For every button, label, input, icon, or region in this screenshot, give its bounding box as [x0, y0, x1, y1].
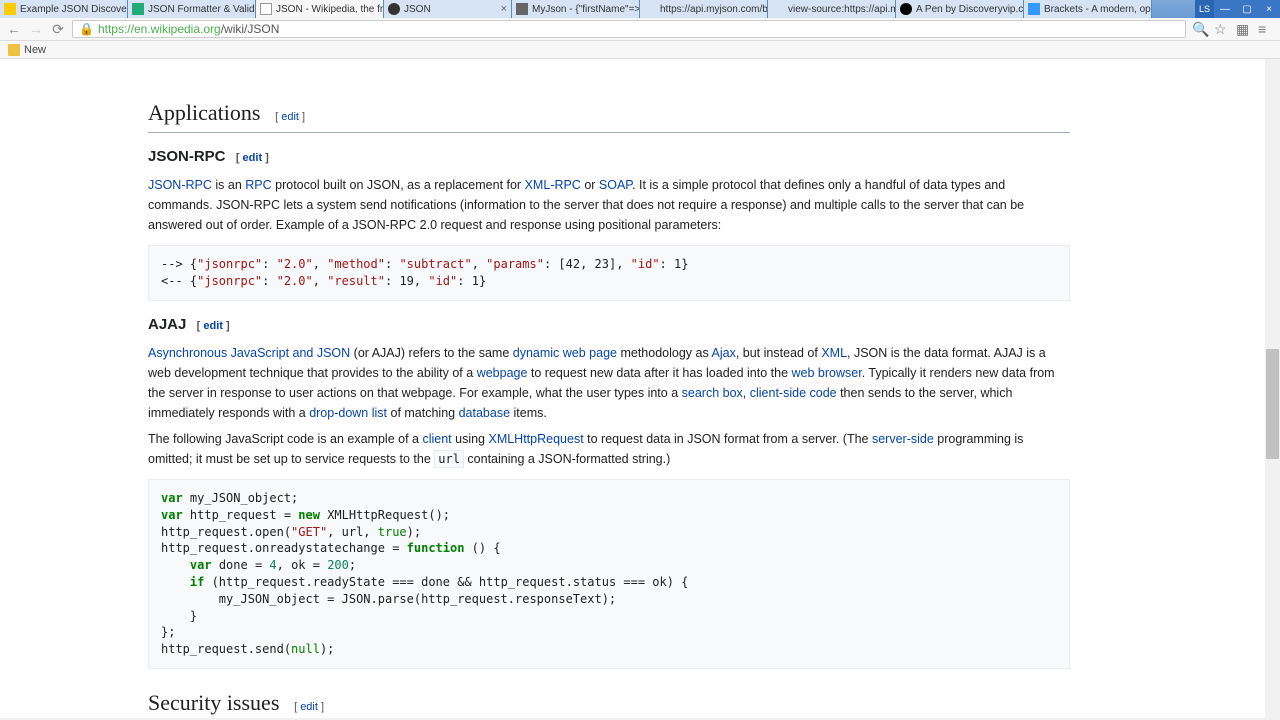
- link[interactable]: server-side: [872, 432, 934, 446]
- window-controls: LS — ▢ ×: [1195, 0, 1280, 18]
- star-icon[interactable]: ☆: [1214, 21, 1230, 37]
- section-heading-applications: Applications [ edit ]: [148, 95, 1070, 133]
- browser-tab[interactable]: JSON×: [384, 0, 512, 18]
- link[interactable]: search box: [682, 386, 743, 400]
- section-heading-security: Security issues [ edit ]: [148, 685, 1070, 718]
- link[interactable]: client-side code: [750, 386, 837, 400]
- url-host: https://en.wikipedia.org: [98, 22, 221, 36]
- edit-link: [ edit ]: [266, 111, 305, 123]
- window-label: LS: [1195, 0, 1214, 18]
- link[interactable]: webpage: [477, 366, 528, 380]
- page-viewport[interactable]: Applications [ edit ] JSON-RPC [ edit ] …: [0, 59, 1280, 718]
- close-icon[interactable]: ×: [497, 3, 507, 15]
- zoom-icon[interactable]: 🔍: [1192, 21, 1208, 37]
- browser-tab[interactable]: https://api.myjson.com/bin×: [640, 0, 768, 18]
- minimize-icon[interactable]: —: [1214, 0, 1236, 18]
- url-input[interactable]: 🔒 https://en.wikipedia.org/wiki/JSON: [72, 20, 1186, 38]
- scrollbar[interactable]: [1265, 59, 1280, 718]
- link[interactable]: database: [459, 406, 510, 420]
- browser-tab[interactable]: A Pen by Discoveryvip.com×: [896, 0, 1024, 18]
- reload-icon[interactable]: ⟳: [50, 21, 66, 37]
- scrollbar-thumb[interactable]: [1266, 349, 1279, 459]
- menu-icon[interactable]: ≡: [1258, 21, 1274, 37]
- address-bar: ← → ⟳ 🔒 https://en.wikipedia.org/wiki/JS…: [0, 18, 1280, 41]
- back-icon[interactable]: ←: [6, 21, 22, 37]
- browser-tab[interactable]: Example JSON Discoveryvip×: [0, 0, 128, 18]
- link[interactable]: Asynchronous JavaScript and JSON: [148, 346, 350, 360]
- lock-icon: 🔒: [79, 22, 94, 36]
- subsection-heading-jsonrpc: JSON-RPC [ edit ]: [148, 145, 1070, 169]
- forward-icon[interactable]: →: [28, 21, 44, 37]
- url-path: /wiki/JSON: [221, 22, 280, 36]
- link[interactable]: XML-RPC: [525, 178, 581, 192]
- link[interactable]: JSON-RPC: [148, 178, 212, 192]
- tab-strip: Example JSON Discoveryvip× JSON Formatte…: [0, 0, 1280, 18]
- code-block-ajaj: var my_JSON_object; var http_request = n…: [148, 479, 1070, 669]
- link[interactable]: RPC: [245, 178, 271, 192]
- browser-tab[interactable]: view-source:https://api.myj×: [768, 0, 896, 18]
- bookmark-item[interactable]: New: [8, 44, 46, 56]
- extension-icon[interactable]: ▦: [1236, 21, 1252, 37]
- link[interactable]: client: [422, 432, 451, 446]
- link[interactable]: web browser: [792, 366, 862, 380]
- bookmarks-bar: New: [0, 41, 1280, 59]
- link[interactable]: drop-down list: [309, 406, 387, 420]
- close-window-icon[interactable]: ×: [1258, 0, 1280, 18]
- browser-tab-active[interactable]: JSON - Wikipedia, the free e×: [256, 0, 384, 18]
- link[interactable]: XML: [821, 346, 847, 360]
- subsection-heading-ajaj: AJAJ [ edit ]: [148, 313, 1070, 337]
- browser-tab[interactable]: Brackets - A modern, open×: [1024, 0, 1152, 18]
- link[interactable]: Ajax: [712, 346, 736, 360]
- paragraph: JSON-RPC is an RPC protocol built on JSO…: [148, 175, 1070, 235]
- maximize-icon[interactable]: ▢: [1236, 0, 1258, 18]
- code-block-jsonrpc: --> {"jsonrpc": "2.0", "method": "subtra…: [148, 245, 1070, 301]
- link[interactable]: XMLHttpRequest: [488, 432, 583, 446]
- link[interactable]: SOAP: [599, 178, 632, 192]
- inline-code: url: [434, 450, 464, 468]
- paragraph: Asynchronous JavaScript and JSON (or AJA…: [148, 343, 1070, 423]
- paragraph: The following JavaScript code is an exam…: [148, 429, 1070, 469]
- link[interactable]: dynamic web page: [513, 346, 617, 360]
- folder-icon: [8, 44, 20, 56]
- article-content: Applications [ edit ] JSON-RPC [ edit ] …: [0, 59, 1100, 718]
- browser-tab[interactable]: MyJson - {"firstName"=>"La×: [512, 0, 640, 18]
- browser-tab[interactable]: JSON Formatter & Validator×: [128, 0, 256, 18]
